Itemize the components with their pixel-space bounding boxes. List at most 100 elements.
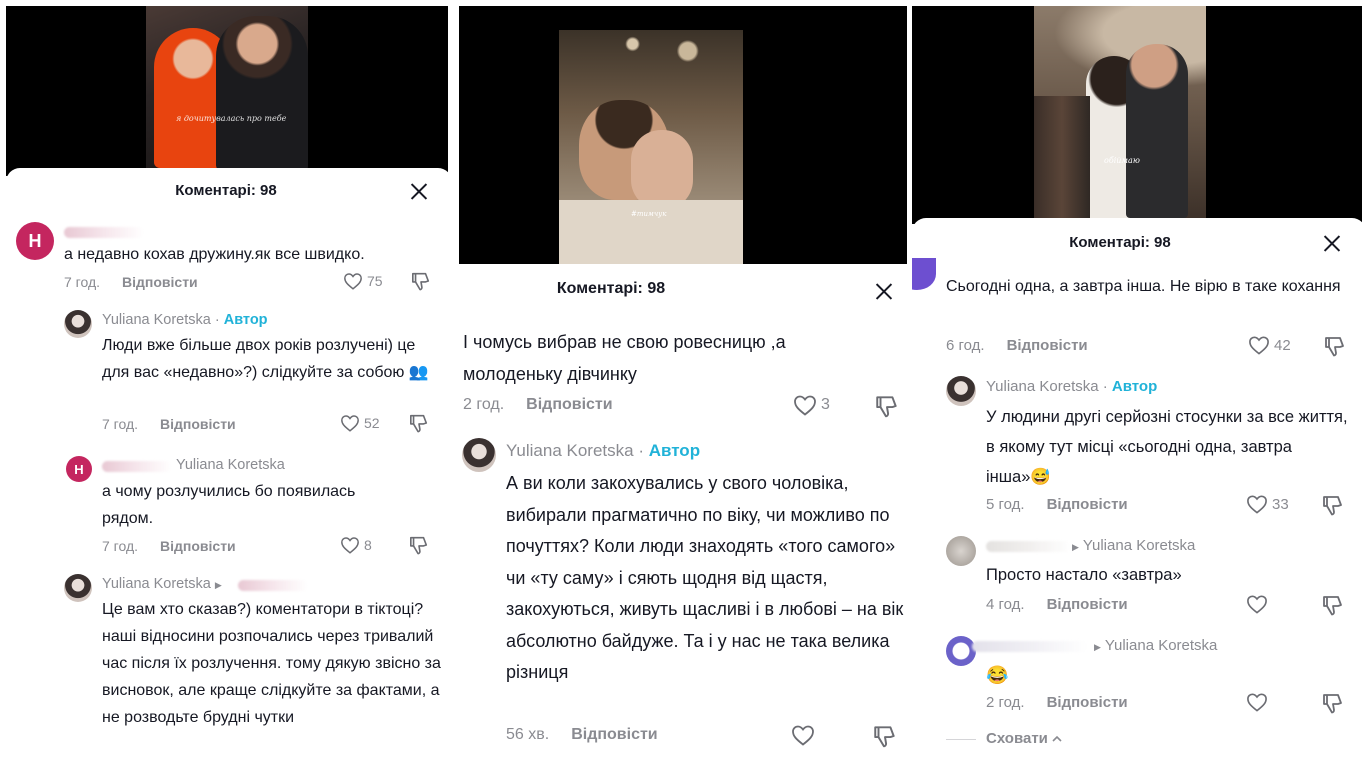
- like-button[interactable]: 33: [1246, 494, 1289, 514]
- avatar[interactable]: [946, 376, 976, 406]
- comment-time: 2 год.: [986, 694, 1025, 711]
- like-button[interactable]: 52: [340, 414, 380, 432]
- heart-icon: [1247, 495, 1267, 514]
- like-button[interactable]: 3: [793, 394, 830, 416]
- thumbs-down-icon: [876, 396, 897, 418]
- avatar[interactable]: Н: [16, 222, 54, 260]
- like-button[interactable]: [1246, 594, 1272, 614]
- hide-replies-button[interactable]: Сховати: [986, 730, 1063, 747]
- author-tag: Автор: [223, 312, 268, 328]
- comment-reply: Yuliana Koretska ▶ Це вам хто сказав?) к…: [6, 570, 452, 768]
- close-icon[interactable]: [875, 282, 893, 300]
- like-button[interactable]: [1246, 692, 1272, 712]
- dislike-button[interactable]: [408, 413, 430, 433]
- reply-button[interactable]: Відповісти: [1007, 337, 1088, 354]
- comment: І чомусь вибрав не свою ровесницю ,а мол…: [458, 322, 908, 422]
- video-player[interactable]: #тимчук: [459, 6, 907, 264]
- panel-2: #тимчук Коментарі: 98 І чомусь вибрав не…: [458, 0, 908, 768]
- author-name[interactable]: Yuliana Koretska: [506, 441, 634, 460]
- like-count: 52: [364, 415, 380, 431]
- reply-button[interactable]: Відповісти: [526, 396, 612, 413]
- panel-1: я дочитувалась про тебе Коментарі: 98 Н …: [0, 0, 452, 768]
- like-button[interactable]: 75: [343, 272, 383, 290]
- reply-arrow-icon: ▶: [1094, 642, 1101, 652]
- video-caption: #тимчук: [631, 210, 667, 218]
- author-name[interactable]: Yuliana Koretska: [102, 576, 211, 592]
- close-icon[interactable]: [1323, 234, 1341, 252]
- thumbs-down-icon: [874, 726, 895, 748]
- heart-icon: [1247, 693, 1267, 712]
- comment: Сьогодні одна, а завтра інша. Не вірю в …: [912, 270, 1366, 360]
- author-name-blurred: [972, 641, 1088, 652]
- dislike-button[interactable]: [1321, 494, 1345, 516]
- thumbs-down-icon: [1323, 694, 1342, 714]
- comment-text: А ви коли закохувались у свого чоловіка,…: [506, 473, 904, 682]
- comment-meta: 5 год. Відповісти: [986, 496, 1128, 513]
- avatar[interactable]: [946, 636, 976, 666]
- author-name[interactable]: Yuliana Koretska: [102, 312, 211, 328]
- comment-reply: Yuliana Koretska · Автор У людини другі …: [912, 372, 1366, 520]
- comments-title: Коментарі: 98: [556, 280, 666, 297]
- reply-button[interactable]: Відповісти: [122, 274, 198, 290]
- reply-target[interactable]: Yuliana Koretska: [1105, 637, 1218, 654]
- dislike-button[interactable]: [1323, 335, 1347, 357]
- like-count: 42: [1274, 336, 1291, 354]
- close-icon[interactable]: [410, 182, 428, 200]
- comment-meta: 7 год. Відповісти: [102, 538, 236, 554]
- comment-meta: 2 год. Відповісти: [463, 396, 613, 414]
- like-button[interactable]: 42: [1248, 335, 1291, 355]
- dislike-button[interactable]: [410, 271, 432, 291]
- comments-title: Коментарі: 98: [1069, 234, 1171, 251]
- avatar[interactable]: [462, 438, 496, 472]
- reply-button[interactable]: Відповісти: [1047, 496, 1128, 513]
- comment-time: 2 год.: [463, 396, 505, 413]
- comments-sheet: Коментарі: 98 Сьогодні одна, а завтра ін…: [912, 218, 1366, 768]
- avatar[interactable]: [64, 574, 92, 602]
- heart-icon: [1247, 595, 1267, 614]
- video-thumbnail: я дочитувалась про тебе: [146, 6, 308, 176]
- reply-button[interactable]: Відповісти: [160, 416, 236, 432]
- divider: [946, 739, 976, 740]
- video-thumbnail: #тимчук: [559, 30, 743, 264]
- thumbs-down-icon: [410, 536, 428, 555]
- comment-author: Yuliana Koretska ▶: [102, 576, 222, 592]
- reply-arrow-icon: ▶: [1072, 542, 1079, 552]
- comment-text: а чому розлучились бо появилась рядом.: [102, 483, 356, 527]
- like-count: 33: [1272, 495, 1289, 513]
- thumbs-down-icon: [1323, 596, 1342, 616]
- comments-sheet: Коментарі: 98 Н а недавно кохав дружину.…: [6, 168, 452, 768]
- reply-button[interactable]: Відповісти: [1047, 694, 1128, 711]
- comment-time: 7 год.: [102, 538, 139, 554]
- dislike-button[interactable]: [408, 535, 430, 555]
- comment-author: Yuliana Koretska · Автор: [102, 312, 268, 328]
- comment-author: ▶ Yuliana Koretska: [1094, 637, 1217, 654]
- thumbs-down-icon: [1325, 337, 1344, 357]
- like-count: 75: [367, 273, 383, 289]
- dislike-button[interactable]: [874, 394, 900, 418]
- video-player[interactable]: я дочитувалась про тебе: [6, 6, 448, 176]
- dislike-button[interactable]: [872, 724, 898, 748]
- comment-time: 7 год.: [102, 416, 139, 432]
- author-name[interactable]: Yuliana Koretska: [986, 378, 1099, 395]
- dislike-button[interactable]: [1321, 692, 1345, 714]
- avatar[interactable]: Н: [66, 456, 92, 482]
- comment-time: 5 год.: [986, 496, 1025, 513]
- comments-title: Коментарі: 98: [175, 182, 277, 199]
- comment-reply: Yuliana Koretska · Автор А ви коли закох…: [458, 436, 908, 756]
- comment-meta: 6 год. Відповісти: [946, 337, 1088, 354]
- chevron-up-icon: [1052, 735, 1062, 742]
- guests: [1034, 96, 1090, 218]
- video-player[interactable]: обіймаю: [912, 6, 1362, 224]
- heart-icon: [341, 537, 359, 554]
- reply-button[interactable]: Відповісти: [1047, 596, 1128, 613]
- reply-button[interactable]: Відповісти: [160, 538, 236, 554]
- reply-button[interactable]: Відповісти: [571, 726, 657, 743]
- like-button[interactable]: 8: [340, 536, 372, 554]
- comment-author: Yuliana Koretska · Автор: [506, 441, 701, 460]
- avatar[interactable]: [946, 536, 976, 566]
- like-button[interactable]: [791, 724, 819, 746]
- dislike-button[interactable]: [1321, 594, 1345, 616]
- avatar[interactable]: [64, 310, 92, 338]
- reply-target[interactable]: Yuliana Koretska: [1083, 537, 1196, 554]
- reply-target[interactable]: Yuliana Koretska: [176, 457, 285, 473]
